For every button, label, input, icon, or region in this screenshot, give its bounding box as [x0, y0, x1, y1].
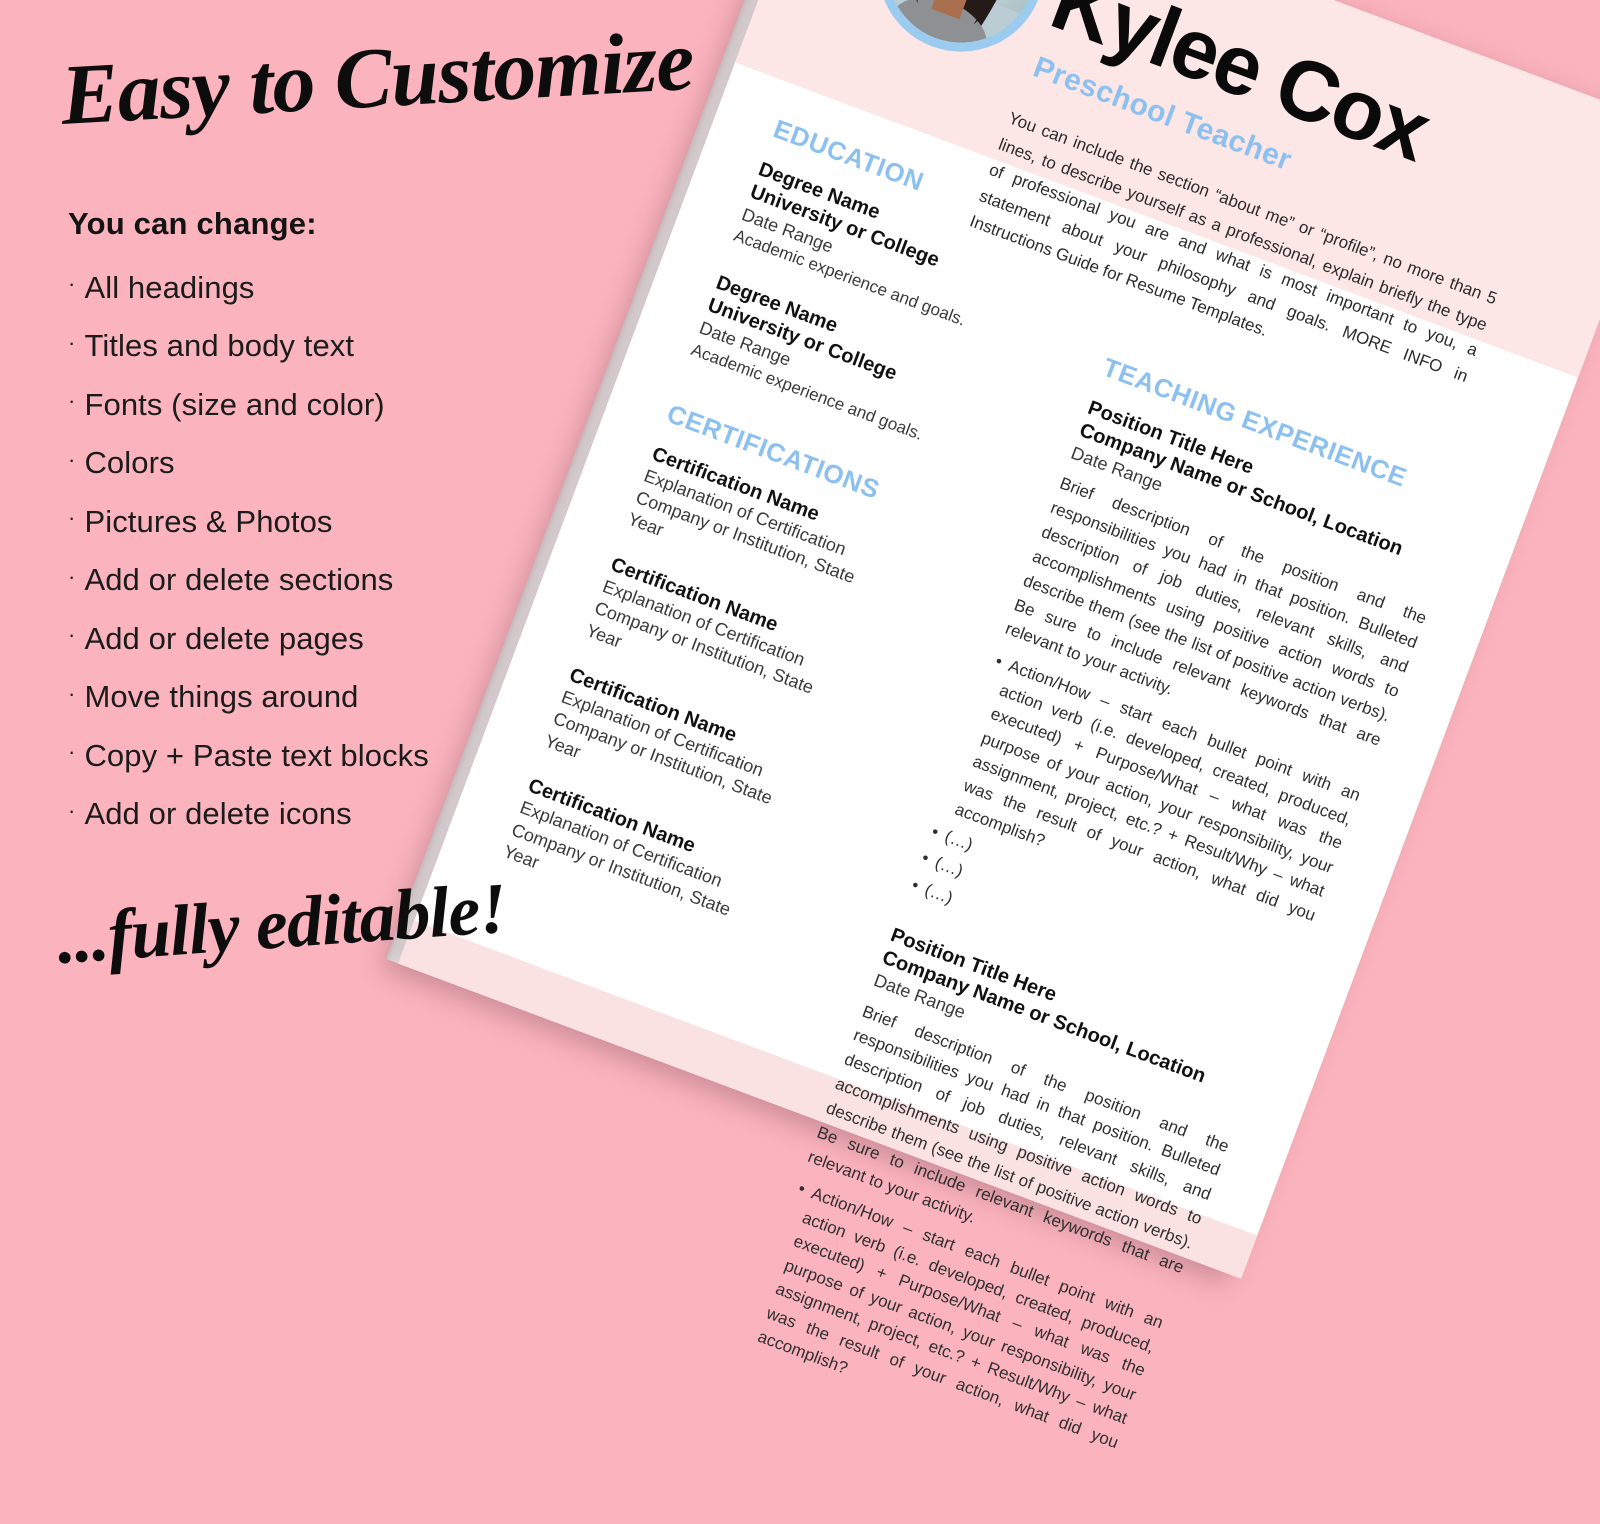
list-item-label: Colors: [84, 445, 175, 481]
list-item: · Copy + Paste text blocks: [68, 726, 688, 785]
bullet-dot-icon: ·: [68, 388, 76, 414]
bullet-dot-icon: ·: [68, 680, 76, 706]
experience-entry: Position Title Here Company Name or Scho…: [739, 923, 1261, 1479]
bullet-dot-icon: ·: [68, 563, 76, 589]
list-item: · Add or delete pages: [68, 609, 688, 668]
bullet-dot-icon: ·: [68, 622, 76, 648]
list-item-label: Add or delete sections: [84, 562, 394, 598]
promo-headline: Easy to Customize: [58, 11, 696, 143]
list-item: · Titles and body text: [68, 317, 688, 376]
list-item-label: Copy + Paste text blocks: [84, 737, 429, 773]
bullet-dot-icon: ·: [68, 446, 76, 472]
list-item-label: Pictures & Photos: [84, 503, 333, 539]
promo-feature-list: · All headings · Titles and body text · Fon…: [68, 258, 688, 843]
list-item-label: Add or delete icons: [84, 796, 352, 832]
list-item-label: Add or delete pages: [84, 620, 364, 656]
list-item: · Add or delete sections: [68, 551, 688, 610]
promo-panel: Easy to Customize You can change: · All h…: [0, 0, 720, 1066]
promo-footer-headline: ...fully editable!: [54, 867, 509, 979]
promo-subheading: You can change:: [68, 206, 317, 241]
list-item: · Colors: [68, 434, 688, 493]
list-item: · Pictures & Photos: [68, 492, 688, 551]
bullet-dot-icon: ·: [68, 329, 76, 355]
bullet-dot-icon: ·: [68, 797, 76, 823]
list-item-label: Fonts (size and color): [84, 386, 385, 422]
bullet-dot-icon: ·: [68, 739, 76, 765]
bullet-dot-icon: ·: [68, 505, 76, 531]
list-item: · All headings: [68, 258, 688, 317]
list-item: · Add or delete icons: [68, 785, 688, 844]
bullet-dot-icon: ·: [68, 271, 76, 297]
list-item-label: All headings: [84, 269, 255, 305]
list-item: · Fonts (size and color): [68, 375, 688, 434]
list-item-label: Move things around: [84, 679, 359, 715]
list-item: · Move things around: [68, 668, 688, 727]
list-item-label: Titles and body text: [84, 328, 355, 364]
